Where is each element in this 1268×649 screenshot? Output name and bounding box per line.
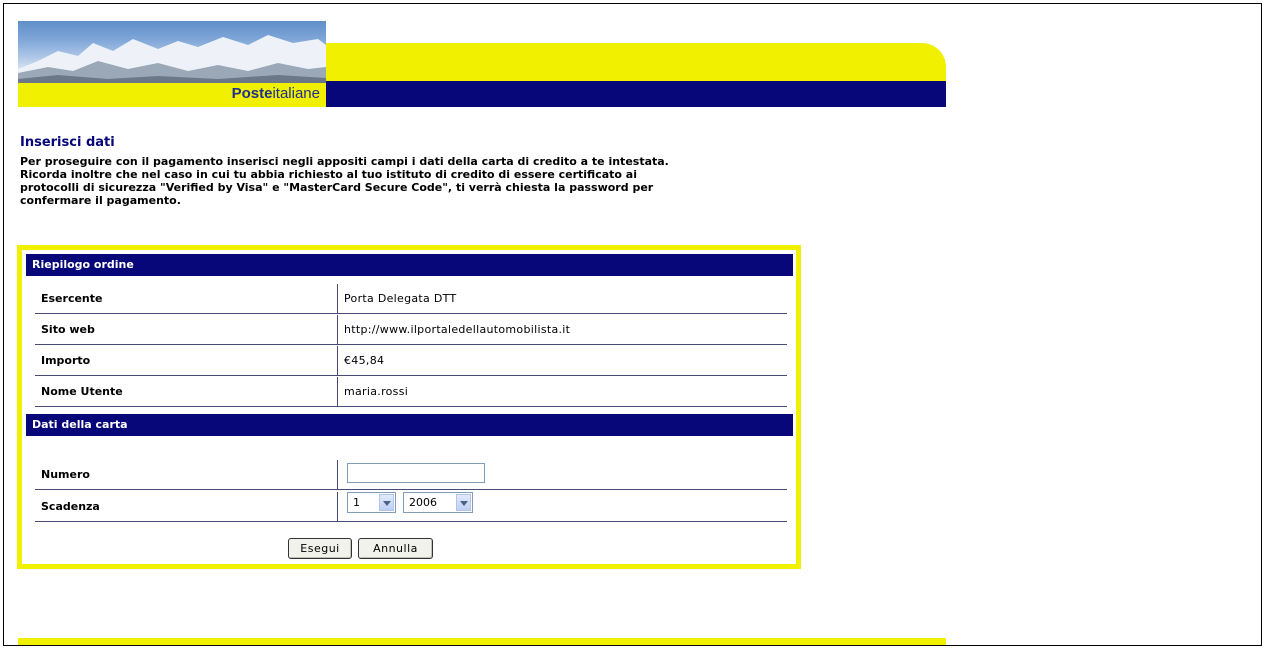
header-yellow-band — [326, 43, 946, 81]
chevron-down-icon[interactable] — [379, 494, 394, 511]
row-value: maria.rossi — [344, 385, 409, 398]
header-blue-band — [326, 81, 946, 107]
card-data-heading: Dati della carta — [26, 414, 793, 436]
expiry-year-value: 2006 — [409, 496, 437, 509]
order-row-amount: Importo €45,84 — [35, 346, 787, 376]
expiry-month-value: 1 — [353, 496, 360, 509]
order-row-username: Nome Utente maria.rossi — [35, 377, 787, 407]
order-summary-heading: Riepilogo ordine — [26, 254, 793, 276]
row-label: Importo — [35, 346, 338, 375]
order-row-merchant: Esercente Porta Delegata DTT — [35, 284, 787, 314]
expiry-year-select[interactable]: 2006 — [403, 492, 473, 513]
row-label: Nome Utente — [35, 377, 338, 406]
row-value: http://www.ilportaledellautomobilista.it — [344, 323, 571, 336]
payment-form-box: Riepilogo ordine Esercente Porta Delegat… — [17, 245, 801, 569]
submit-button[interactable]: Esegui — [288, 538, 352, 559]
poste-italiane-logo: Posteitaliane — [231, 85, 320, 102]
mountain-banner-image — [18, 21, 326, 83]
row-value: Porta Delegata DTT — [344, 292, 457, 305]
chevron-down-icon[interactable] — [456, 494, 471, 511]
logo-bar: Posteitaliane — [18, 83, 326, 107]
expiry-month-select[interactable]: 1 — [347, 492, 396, 513]
footer-yellow-band — [18, 638, 946, 645]
card-number-label: Numero — [35, 460, 338, 489]
card-number-input[interactable] — [347, 463, 485, 483]
row-label: Sito web — [35, 315, 338, 344]
row-value: €45,84 — [344, 354, 385, 367]
page-frame: Posteitaliane Inserisci dati Per prosegu… — [3, 3, 1262, 646]
page-title: Inserisci dati — [20, 135, 115, 150]
row-label: Esercente — [35, 284, 338, 313]
site-header: Posteitaliane — [18, 21, 946, 107]
order-row-website: Sito web http://www.ilportaledellautomob… — [35, 315, 787, 345]
expiry-label: Scadenza — [35, 492, 338, 521]
intro-text: Per proseguire con il pagamento inserisc… — [20, 155, 669, 207]
cancel-button[interactable]: Annulla — [358, 538, 433, 559]
